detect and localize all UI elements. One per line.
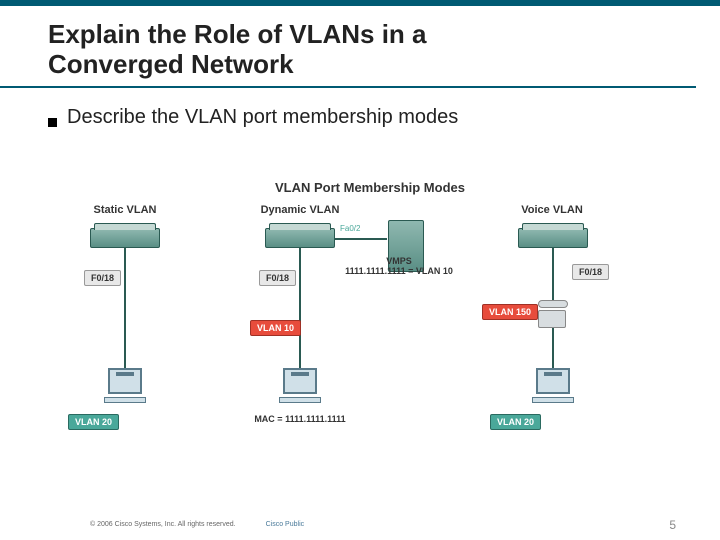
slide-title: Explain the Role of VLANs in a Converged… [48,20,696,80]
bullet-row: Describe the VLAN port membership modes [0,88,720,129]
diagram: VLAN Port Membership Modes Static VLAN D… [90,200,650,460]
link-line [335,238,387,240]
vmps-label: VMPS 1111.1111.1111 = VLAN 10 [334,256,464,276]
footer: © 2006 Cisco Systems, Inc. All rights re… [0,521,720,528]
vlan-tag: VLAN 150 [482,304,538,320]
title-line-1: Explain the Role of VLANs in a [48,19,427,49]
vlan-tag: VLAN 20 [490,414,541,430]
copyright: © 2006 Cisco Systems, Inc. All rights re… [90,521,236,528]
link-line [299,248,301,368]
vlan-tag: VLAN 20 [68,414,119,430]
link-line [552,328,554,368]
pc-icon [532,368,574,403]
title-line-2: Converged Network [48,49,294,79]
diagram-title: VLAN Port Membership Modes [90,180,650,195]
port-label: Fa0/2 [340,224,360,233]
switch-icon [90,228,160,248]
pc-icon [104,368,146,403]
page-number: 5 [669,518,676,532]
switch-icon [518,228,588,248]
vlan-tag: VLAN 10 [250,320,301,336]
port-tag: F0/18 [84,270,121,286]
ip-phone-icon [538,300,568,328]
bullet-text: Describe the VLAN port membership modes [67,106,458,129]
bullet-square-icon [48,118,57,127]
col3-label: Voice VLAN [492,204,612,216]
mac-label: MAC = 1111.1111.1111 [240,414,360,424]
pc-icon [279,368,321,403]
port-tag: F0/18 [259,270,296,286]
switch-icon [265,228,335,248]
port-tag: F0/18 [572,264,609,280]
cisco-public: Cisco Public [266,521,305,528]
link-line [552,248,554,300]
link-line [124,248,126,368]
title-block: Explain the Role of VLANs in a Converged… [0,6,696,88]
col1-label: Static VLAN [65,204,185,216]
col2-label: Dynamic VLAN [240,204,360,216]
